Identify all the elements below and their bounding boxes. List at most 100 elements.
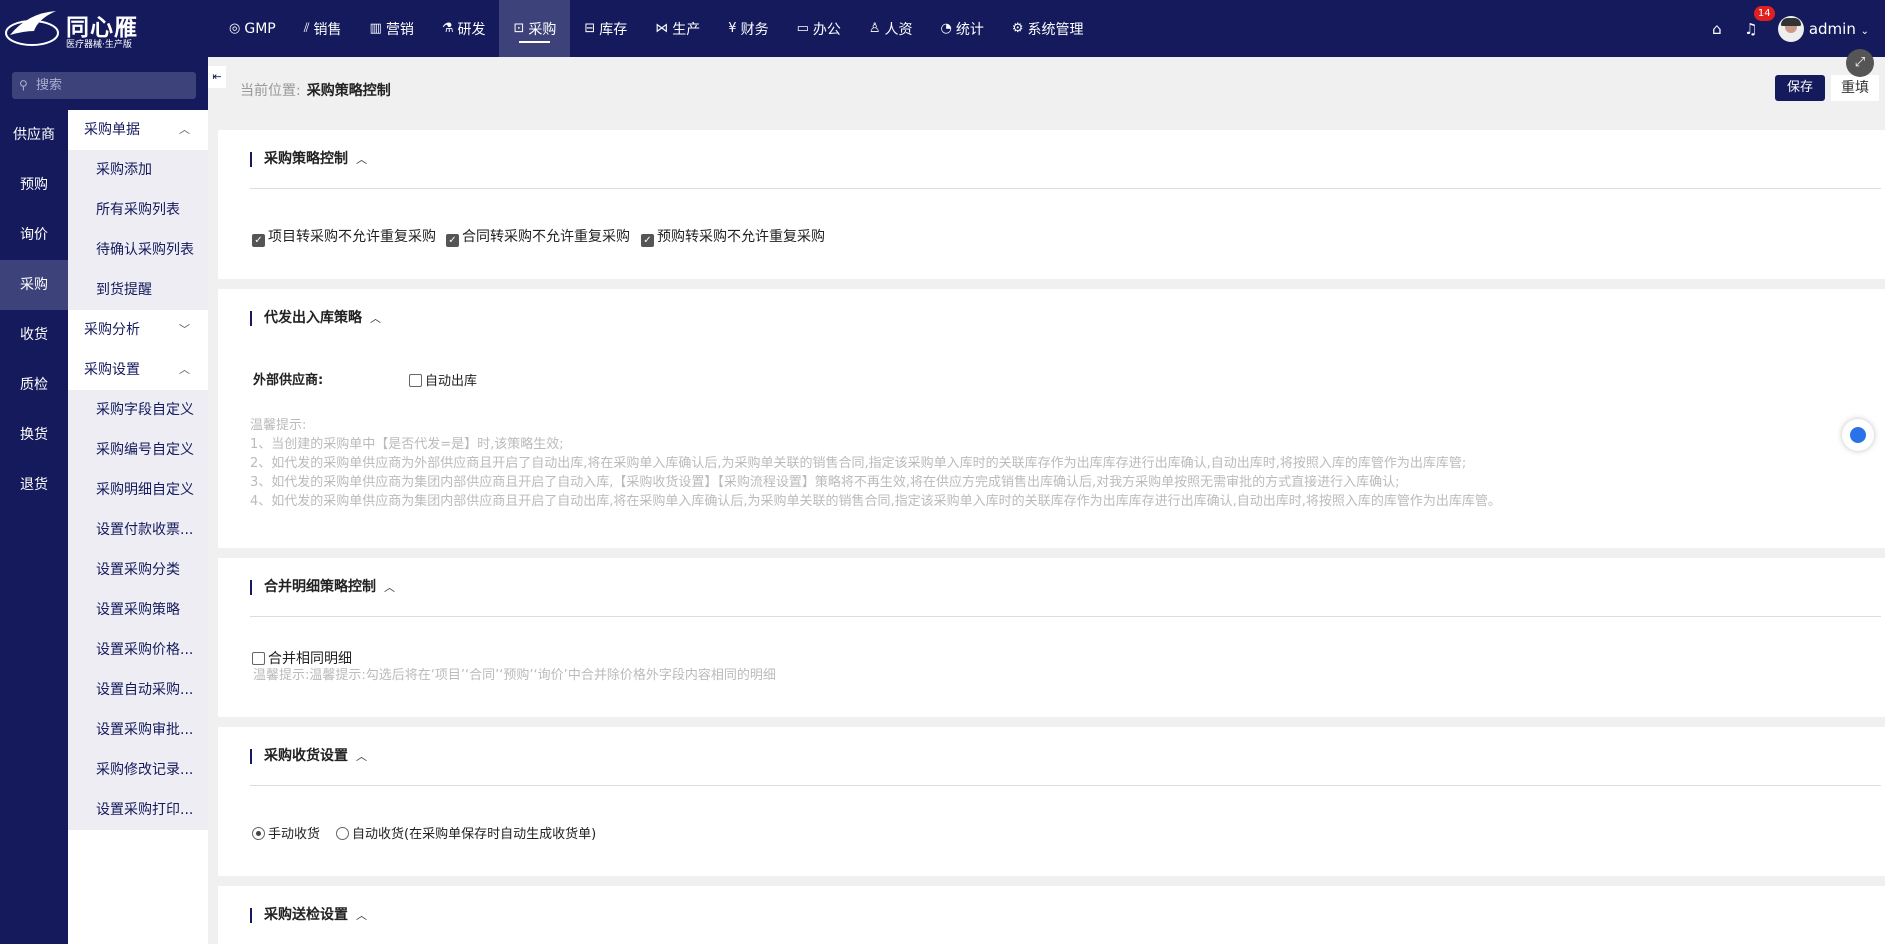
breadcrumb-label: 当前位置:	[240, 83, 301, 99]
search-placeholder: 搜索	[36, 78, 63, 93]
yen-icon: ¥	[728, 21, 737, 36]
nav-production[interactable]: ⋈ 生产	[641, 0, 714, 57]
submenu-item[interactable]: 设置采购审批...	[68, 710, 208, 750]
nav-sales[interactable]: ⫽ 销售	[290, 0, 356, 57]
option-project-no-duplicate[interactable]: ✓ 项目转采购不允许重复采购	[252, 226, 436, 247]
fullscreen-icon[interactable]: ⤢	[1846, 49, 1874, 77]
nav-label: 办公	[812, 21, 841, 38]
submenu-group-analysis[interactable]: 采购分析 ﹀	[68, 310, 208, 350]
submenu-item[interactable]: 设置采购分类	[68, 550, 208, 590]
option-auto-outbound[interactable]: 自动出库	[409, 370, 477, 389]
submenu-group-settings[interactable]: 采购设置 ︿	[68, 350, 208, 390]
chevron-up-icon[interactable]: ︿	[370, 312, 381, 325]
submenu-item[interactable]: 采购编号自定义	[68, 430, 208, 470]
submenu-item[interactable]: 采购修改记录...	[68, 750, 208, 790]
top-navbar: 同心雁 医疗器械·生产版 ◎ GMP ⫽ 销售 ▥ 营销 ⚗ 研发 ⊡ 采购 ⊟ 库存 ⋈ 生…	[0, 0, 1885, 57]
nav-label: 生产	[672, 21, 701, 38]
submenu-item[interactable]: 设置采购价格...	[68, 630, 208, 670]
option-label: 自动收货(在采购单保存时自动生成收货单)	[352, 827, 597, 842]
hint-line: 4、如代发的采购单供应商为集团内部供应商且开启了自动出库,将在采购单入库确认后,…	[250, 494, 1501, 509]
submenu-item[interactable]: 设置自动采购...	[68, 670, 208, 710]
submenu-item[interactable]: 设置付款收票...	[68, 510, 208, 550]
submenu-group-documents[interactable]: 采购单据 ︿	[68, 110, 208, 150]
nav-office[interactable]: ▭ 办公	[783, 0, 855, 57]
user-name: admin	[1808, 19, 1856, 38]
nav-finance[interactable]: ¥ 财务	[714, 0, 782, 57]
panel-title: 代发出入库策略 ︿	[250, 311, 381, 326]
submenu-item[interactable]: 设置采购打印...	[68, 790, 208, 830]
search-input[interactable]: ⚲ 搜索	[12, 72, 196, 99]
floating-chat-icon[interactable]	[1842, 419, 1874, 451]
chevron-up-icon[interactable]: ︿	[356, 153, 367, 166]
chevron-up-icon[interactable]: ︿	[356, 750, 367, 763]
category-exchange[interactable]: 换货	[0, 410, 68, 460]
panel-dropship-strategy: 代发出入库策略 ︿ 外部供应商: 自动出库 温馨提示: 1、当创建的采购单中【是否…	[218, 289, 1885, 548]
radio-unselected[interactable]	[336, 827, 349, 840]
gear-icon: ⚙	[1011, 21, 1024, 36]
bird-logo-icon	[5, 11, 59, 46]
radio-selected[interactable]	[252, 827, 265, 840]
nav-purchase[interactable]: ⊡ 采购	[499, 0, 571, 57]
nav-label: 人资	[884, 21, 913, 38]
nav-rd[interactable]: ⚗ 研发	[428, 0, 500, 57]
bell-icon[interactable]: ♫ 14	[1734, 5, 1775, 38]
nav-inventory[interactable]: ⊟ 库存	[570, 0, 641, 57]
panel-title: 采购送检设置 ︿	[250, 908, 367, 923]
group-label: 采购分析	[84, 322, 140, 338]
option-prepurchase-no-duplicate[interactable]: ✓ 预购转采购不允许重复采购	[641, 226, 825, 247]
nav-label: GMP	[244, 20, 276, 37]
divider	[250, 785, 1881, 786]
submenu-item[interactable]: 采购明细自定义	[68, 470, 208, 510]
checkbox-checked[interactable]: ✓	[252, 234, 265, 247]
user-menu[interactable]: admin ⌄	[1809, 20, 1869, 38]
submenu-item[interactable]: 待确认采购列表	[68, 230, 208, 270]
home-icon[interactable]: ⌂	[1700, 20, 1734, 38]
option-manual-receive[interactable]: 手动收货	[252, 823, 320, 842]
submenu-item[interactable]: 所有采购列表	[68, 190, 208, 230]
reset-button[interactable]: 重填	[1831, 75, 1879, 101]
nav-label: 财务	[740, 21, 769, 38]
chevron-up-icon[interactable]: ︿	[356, 909, 367, 922]
checkbox-unchecked[interactable]	[252, 652, 265, 665]
divider	[250, 188, 1881, 189]
option-merge-same-detail[interactable]: 合并相同明细	[252, 648, 352, 668]
brand-subtitle: 医疗器械·生产版	[66, 40, 132, 50]
nav-hr[interactable]: ♙ 人资	[855, 0, 927, 57]
nav-gmp[interactable]: ◎ GMP	[215, 0, 290, 57]
category-qc[interactable]: 质检	[0, 360, 68, 410]
collapse-sidebar-icon[interactable]: ⇤	[208, 66, 226, 88]
group-label: 采购设置	[84, 362, 140, 378]
submenu-item[interactable]: 设置采购策略	[68, 590, 208, 630]
category-return[interactable]: 退货	[0, 460, 68, 510]
category-purchase[interactable]: 采购	[0, 260, 68, 310]
nav-stats[interactable]: ◔ 统计	[927, 0, 998, 57]
chevron-up-icon: ︿	[179, 123, 190, 136]
category-inquiry[interactable]: 询价	[0, 210, 68, 260]
checkbox-unchecked[interactable]	[409, 374, 422, 387]
group-label: 采购单据	[84, 122, 140, 138]
logo[interactable]: 同心雁 医疗器械·生产版	[0, 0, 165, 57]
save-button[interactable]: 保存	[1775, 75, 1825, 101]
category-prepurchase[interactable]: 预购	[0, 160, 68, 210]
nav-label: 研发	[457, 21, 486, 38]
checkbox-checked[interactable]: ✓	[446, 234, 459, 247]
chevron-down-icon: ⌄	[1860, 25, 1869, 37]
submenu-item[interactable]: 采购添加	[68, 150, 208, 190]
panel-title: 采购收货设置 ︿	[250, 749, 367, 764]
panel-title: 采购策略控制 ︿	[250, 152, 367, 167]
nav-system[interactable]: ⚙ 系统管理	[998, 0, 1098, 57]
panel-title-text: 采购策略控制	[264, 151, 348, 167]
option-contract-no-duplicate[interactable]: ✓ 合同转采购不允许重复采购	[446, 226, 630, 247]
submenu-item[interactable]: 到货提醒	[68, 270, 208, 310]
submenu-item[interactable]: 采购字段自定义	[68, 390, 208, 430]
panel-receiving-settings: 采购收货设置 ︿ 手动收货 自动收货(在采购单保存时自动生成收货单)	[218, 727, 1885, 876]
chevron-up-icon[interactable]: ︿	[384, 581, 395, 594]
avatar[interactable]	[1777, 15, 1804, 42]
option-auto-receive[interactable]: 自动收货(在采购单保存时自动生成收货单)	[336, 823, 596, 842]
nav-marketing[interactable]: ▥ 营销	[356, 0, 428, 57]
checkbox-checked[interactable]: ✓	[641, 234, 654, 247]
hint-line: 2、如代发的采购单供应商为外部供应商且开启了自动出库,将在采购单入库确认后,为采…	[250, 456, 1467, 471]
category-receiving[interactable]: 收货	[0, 310, 68, 360]
category-supplier[interactable]: 供应商	[0, 110, 68, 160]
panel-title-text: 代发出入库策略	[264, 310, 362, 326]
